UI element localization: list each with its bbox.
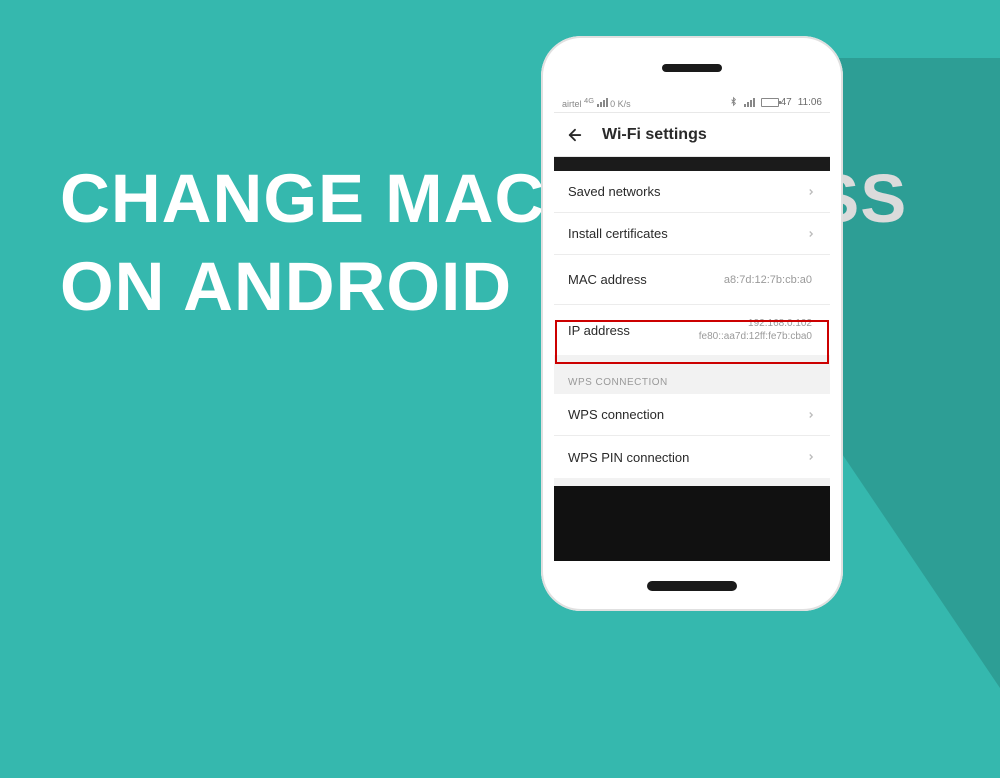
row-label: WPS connection <box>568 407 664 422</box>
row-wps-connection[interactable]: WPS connection <box>554 394 830 436</box>
row-label: IP address <box>568 323 630 338</box>
bottom-bar <box>554 486 830 561</box>
section-label-wps: WPS CONNECTION <box>554 363 830 394</box>
row-label: Saved networks <box>568 184 661 199</box>
settings-group-2: WPS connection WPS PIN connection <box>554 394 830 478</box>
row-ip-address[interactable]: IP address 192.168.0.102 fe80::aa7d:12ff… <box>554 305 830 355</box>
row-install-certificates[interactable]: Install certificates <box>554 213 830 255</box>
signal-icon <box>597 98 608 107</box>
spacer <box>554 355 830 363</box>
home-button[interactable] <box>647 581 737 591</box>
ip-address-value: 192.168.0.102 fe80::aa7d:12ff:fe7b:cba0 <box>630 317 816 343</box>
status-bar: airtel 4G 0 K/s 47 11:06 <box>554 93 830 113</box>
signal-icon <box>744 98 755 107</box>
phone-speaker <box>662 64 722 72</box>
row-mac-address[interactable]: MAC address a8:7d:12:7b:cb:a0 <box>554 255 830 305</box>
row-wps-pin-connection[interactable]: WPS PIN connection <box>554 436 830 478</box>
battery-indicator: 47 <box>761 97 792 108</box>
row-label: MAC address <box>568 272 647 287</box>
divider-bar <box>554 157 830 171</box>
settings-group-1: Saved networks Install certificates MAC … <box>554 171 830 355</box>
phone-screen: airtel 4G 0 K/s 47 11:06 Wi-Fi settings <box>554 93 830 561</box>
carrier-label: airtel 4G 0 K/s <box>562 96 631 109</box>
page-title: Wi-Fi settings <box>602 126 707 144</box>
row-label: Install certificates <box>568 226 668 241</box>
row-label: WPS PIN connection <box>568 450 689 465</box>
phone-mockup: airtel 4G 0 K/s 47 11:06 Wi-Fi settings <box>541 36 843 611</box>
clock: 11:06 <box>798 97 822 108</box>
title-bar: Wi-Fi settings <box>554 113 830 157</box>
mac-address-value: a8:7d:12:7b:cb:a0 <box>647 274 816 286</box>
spacer <box>554 478 830 486</box>
chevron-right-icon <box>806 187 816 197</box>
chevron-right-icon <box>806 452 816 462</box>
chevron-right-icon <box>806 229 816 239</box>
chevron-right-icon <box>806 410 816 420</box>
bluetooth-icon <box>729 96 738 110</box>
row-saved-networks[interactable]: Saved networks <box>554 171 830 213</box>
back-arrow-icon[interactable] <box>566 126 584 144</box>
